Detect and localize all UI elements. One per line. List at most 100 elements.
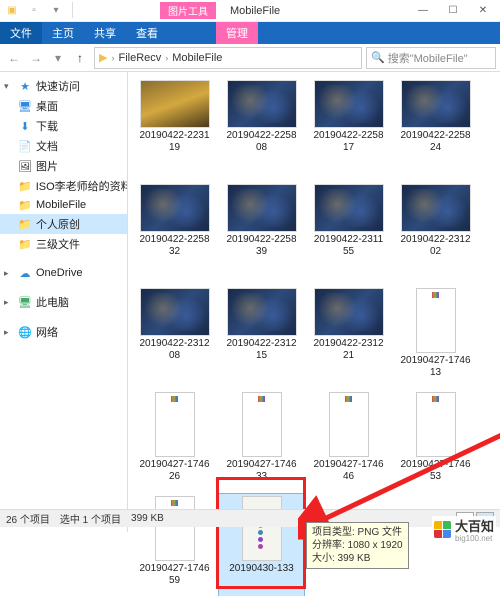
file-thumbnail <box>227 184 297 232</box>
file-item[interactable]: 20190427-1746 13 <box>393 286 478 388</box>
sidebar-documents[interactable]: 📄文档 <box>0 136 127 156</box>
file-item[interactable]: 20190427-1746 33 <box>219 390 304 492</box>
search-placeholder: 搜索"MobileFile" <box>388 50 468 66</box>
breadcrumb-seg[interactable]: FileRecv <box>118 52 161 64</box>
file-name-label: 20190422-2258 08 <box>221 130 302 154</box>
file-thumbnail <box>314 80 384 128</box>
file-thumbnail <box>140 184 210 232</box>
file-name-label: 20190422-2231 19 <box>134 130 215 154</box>
file-item[interactable]: 20190422-2231 19 <box>132 78 217 180</box>
file-thumbnail <box>314 288 384 336</box>
ribbon-tabs: 文件 主页 共享 查看 管理 <box>0 22 500 44</box>
file-thumbnail <box>242 392 282 457</box>
sidebar-personal[interactable]: 📁个人原创 <box>0 214 127 234</box>
address-bar-row: ← → ▾ ↑ ▶ › FileRecv › MobileFile 🔍 搜索"M… <box>0 44 500 72</box>
search-input[interactable]: 🔍 搜索"MobileFile" <box>366 47 496 69</box>
forward-button[interactable]: → <box>26 48 46 68</box>
tooltip-size: 大小: 399 KB <box>312 552 403 565</box>
file-item[interactable]: 20190422-2258 32 <box>132 182 217 284</box>
watermark: 大百知 big100.net <box>432 516 496 543</box>
file-name-label: 20190422-2258 24 <box>395 130 476 154</box>
tooltip-type: 项目类型: PNG 文件 <box>312 526 403 539</box>
quick-access-toolbar: ▣ ▫ ▾ <box>2 2 77 20</box>
file-name-label: 20190422-2258 32 <box>134 234 215 258</box>
file-item[interactable]: 20190422-2312 15 <box>219 286 304 388</box>
file-name-label: 20190427-1746 46 <box>308 459 389 483</box>
titlebar: ▣ ▫ ▾ 图片工具 MobileFile — ☐ ✕ <box>0 0 500 22</box>
status-selection: 选中 1 个项目 <box>60 511 121 526</box>
file-item[interactable]: 20190427-1746 53 <box>393 390 478 492</box>
breadcrumb-bar[interactable]: ▶ › FileRecv › MobileFile <box>94 47 362 69</box>
maximize-button[interactable]: ☐ <box>438 1 468 21</box>
file-item[interactable]: 20190422-2312 08 <box>132 286 217 388</box>
file-thumbnail <box>155 392 195 457</box>
breadcrumb-icon: ▶ <box>99 51 107 64</box>
recent-button[interactable]: ▾ <box>48 48 68 68</box>
watermark-logo-icon <box>434 521 451 538</box>
file-name-label: 20190427-1746 13 <box>395 355 476 379</box>
tab-manage[interactable]: 管理 <box>216 22 258 44</box>
file-item[interactable]: 20190427-1746 26 <box>132 390 217 492</box>
file-item[interactable]: 20190422-2312 21 <box>306 286 391 388</box>
sidebar-iso-folder[interactable]: 📁ISO李老师给的资料 <box>0 176 127 196</box>
file-name-label: 20190427-1746 59 <box>134 563 215 587</box>
tab-view[interactable]: 查看 <box>126 22 168 44</box>
file-thumbnail <box>227 288 297 336</box>
file-name-label: 20190427-1746 26 <box>134 459 215 483</box>
sidebar-onedrive[interactable]: ▸☁OneDrive <box>0 264 127 282</box>
watermark-text: 大百知 <box>455 519 494 534</box>
file-thumbnail <box>416 288 456 353</box>
file-name-label: 20190427-1746 53 <box>395 459 476 483</box>
tab-share[interactable]: 共享 <box>84 22 126 44</box>
up-button[interactable]: ↑ <box>70 48 90 68</box>
file-item[interactable]: 20190422-2258 39 <box>219 182 304 284</box>
search-icon: 🔍 <box>371 51 385 64</box>
sidebar-pictures[interactable]: 🖼图片 <box>0 156 127 176</box>
sidebar-network[interactable]: ▸🌐网络 <box>0 322 127 342</box>
file-thumbnail <box>314 184 384 232</box>
close-button[interactable]: ✕ <box>468 1 498 21</box>
status-size: 399 KB <box>131 513 164 524</box>
status-item-count: 26 个项目 <box>6 511 50 526</box>
status-bar: 26 个项目 选中 1 个项目 399 KB <box>0 509 500 527</box>
qa-button[interactable]: ▫ <box>24 2 44 20</box>
file-name-label: 20190430-133 <box>221 563 302 575</box>
context-tab-label: 图片工具 <box>160 2 216 19</box>
watermark-url: big100.net <box>455 535 494 543</box>
file-thumbnail <box>242 496 282 561</box>
file-name-label: 20190422-2258 17 <box>308 130 389 154</box>
file-item[interactable]: 20190427-1746 46 <box>306 390 391 492</box>
file-grid[interactable]: 20190422-2231 1920190422-2258 0820190422… <box>128 72 500 532</box>
file-item[interactable]: 20190422-2312 02 <box>393 182 478 284</box>
tab-file[interactable]: 文件 <box>0 22 42 44</box>
back-button[interactable]: ← <box>4 48 24 68</box>
tooltip-resolution: 分辨率: 1080 x 1920 <box>312 539 403 552</box>
file-item[interactable]: 20190422-2258 24 <box>393 78 478 180</box>
window-controls: — ☐ ✕ <box>408 1 498 21</box>
file-thumbnail <box>227 80 297 128</box>
file-name-label: 20190422-2312 08 <box>134 338 215 362</box>
sidebar-downloads[interactable]: ⬇下载 <box>0 116 127 136</box>
file-name-label: 20190422-2258 39 <box>221 234 302 258</box>
file-thumbnail <box>140 80 210 128</box>
breadcrumb-seg[interactable]: MobileFile <box>172 52 222 64</box>
sidebar-mobilefile[interactable]: 📁MobileFile <box>0 196 127 214</box>
file-name-label: 20190422-2311 55 <box>308 234 389 258</box>
folder-icon[interactable]: ▣ <box>2 2 22 20</box>
sidebar-desktop[interactable]: 🖥桌面 <box>0 96 127 116</box>
qa-button[interactable]: ▾ <box>46 2 66 20</box>
sidebar-this-pc[interactable]: ▸🖥此电脑 <box>0 292 127 312</box>
file-item[interactable]: 20190422-2258 17 <box>306 78 391 180</box>
window-title: MobileFile <box>230 5 280 17</box>
file-thumbnail <box>401 184 471 232</box>
minimize-button[interactable]: — <box>408 1 438 21</box>
sidebar-quick-access[interactable]: ▾★快速访问 <box>0 76 127 96</box>
file-name-label: 20190422-2312 02 <box>395 234 476 258</box>
navigation-pane: ▾★快速访问 🖥桌面 ⬇下载 📄文档 🖼图片 📁ISO李老师给的资料 📁Mobi… <box>0 72 128 532</box>
file-item[interactable]: 20190422-2258 08 <box>219 78 304 180</box>
tab-home[interactable]: 主页 <box>42 22 84 44</box>
file-item[interactable]: 20190422-2311 55 <box>306 182 391 284</box>
file-thumbnail <box>155 496 195 561</box>
file-tooltip: 项目类型: PNG 文件 分辨率: 1080 x 1920 大小: 399 KB <box>306 522 409 569</box>
sidebar-level3[interactable]: 📁三级文件 <box>0 234 127 254</box>
